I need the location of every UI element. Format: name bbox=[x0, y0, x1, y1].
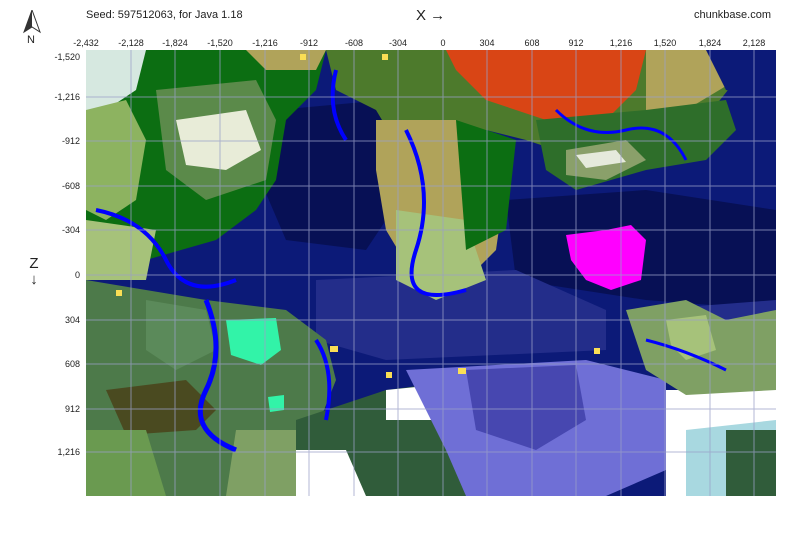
beach bbox=[458, 368, 466, 374]
z-tick: 304 bbox=[64, 315, 80, 325]
z-tick: -304 bbox=[61, 225, 80, 235]
x-tick: 0 bbox=[440, 38, 446, 48]
x-tick: -2,128 bbox=[118, 38, 144, 48]
beach bbox=[300, 54, 306, 60]
z-tick: 608 bbox=[64, 359, 80, 369]
x-tick: 1,520 bbox=[653, 38, 677, 48]
z-tick: -1,216 bbox=[54, 92, 80, 102]
x-tick: 912 bbox=[568, 38, 584, 48]
z-tick: 0 bbox=[74, 270, 80, 280]
x-tick: 304 bbox=[479, 38, 495, 48]
x-tick: 608 bbox=[524, 38, 540, 48]
beach bbox=[386, 372, 392, 378]
beach bbox=[594, 348, 600, 354]
z-tick: -1,520 bbox=[54, 52, 80, 62]
x-tick: -912 bbox=[299, 38, 319, 48]
z-tick: -608 bbox=[61, 181, 80, 191]
north-compass-icon: N bbox=[20, 8, 44, 48]
x-tick: -1,216 bbox=[252, 38, 278, 48]
biome-map[interactable] bbox=[86, 50, 776, 496]
x-tick: 1,216 bbox=[609, 38, 633, 48]
x-tick: 2,128 bbox=[742, 38, 766, 48]
x-tick: -2,432 bbox=[73, 38, 99, 48]
z-tick: 1,216 bbox=[57, 447, 80, 457]
z-tick: 912 bbox=[64, 404, 80, 414]
x-axis-label: X → bbox=[416, 7, 446, 24]
seed-info: Seed: 597512063, for Java 1.18 bbox=[86, 9, 243, 21]
beach bbox=[382, 54, 388, 60]
brand-link[interactable]: chunkbase.com bbox=[694, 9, 771, 21]
beach bbox=[330, 346, 338, 352]
x-tick: 1,824 bbox=[698, 38, 722, 48]
compass-label: N bbox=[27, 34, 35, 46]
x-tick: -1,824 bbox=[162, 38, 188, 48]
taiga-area bbox=[726, 430, 776, 496]
z-tick: -912 bbox=[61, 136, 80, 146]
beach bbox=[116, 290, 122, 296]
x-tick: -1,520 bbox=[207, 38, 233, 48]
x-tick: -304 bbox=[388, 38, 408, 48]
plains-area bbox=[226, 430, 306, 496]
x-tick: -608 bbox=[344, 38, 364, 48]
plains-area bbox=[86, 220, 156, 280]
